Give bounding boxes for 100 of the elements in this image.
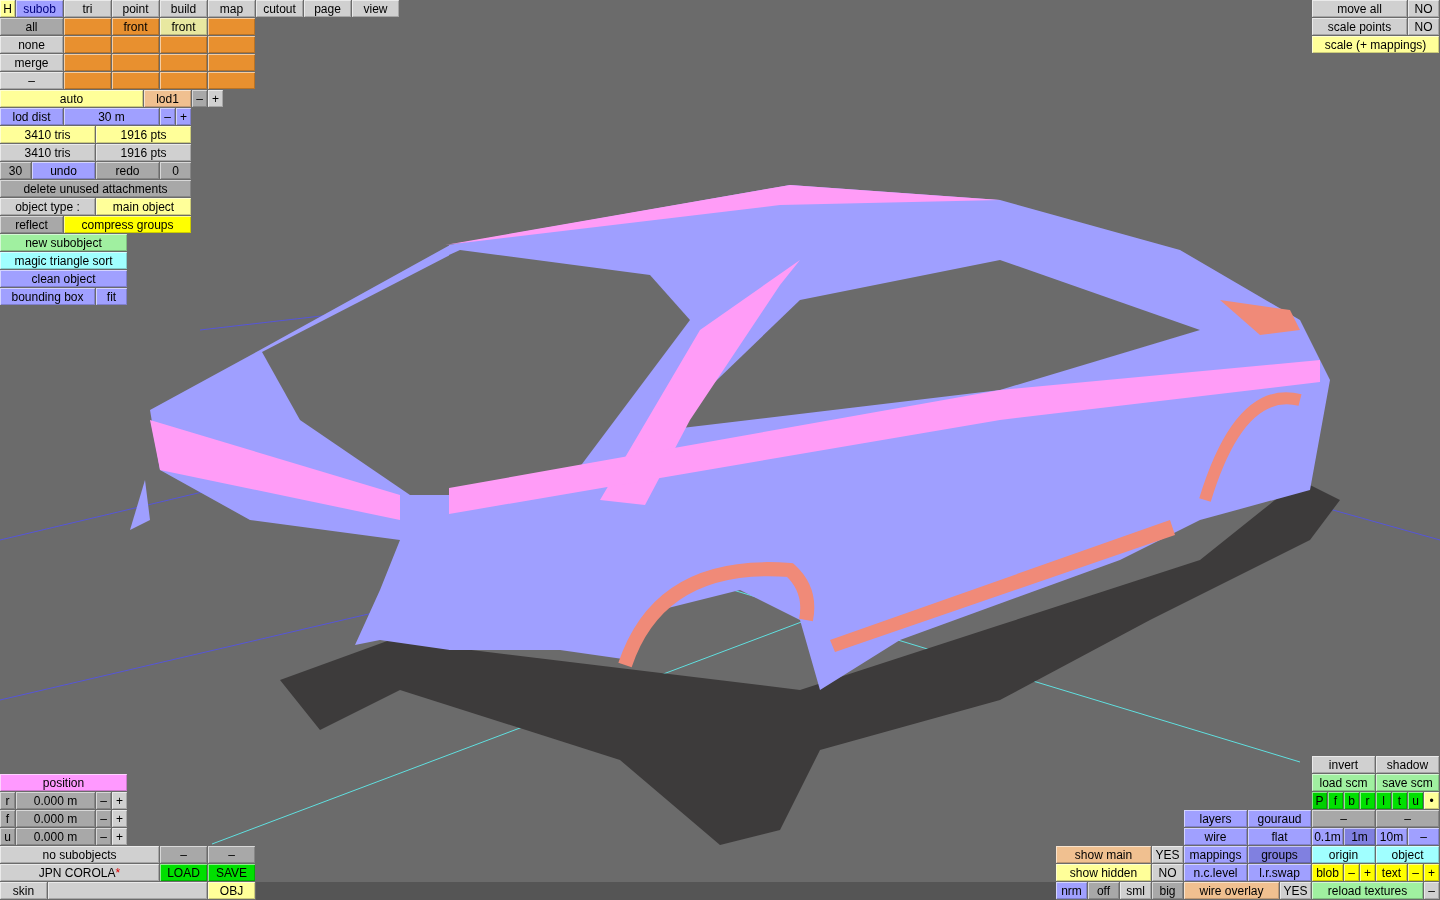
- panel-button[interactable]: –: [0, 72, 64, 90]
- tab[interactable]: cutout: [256, 0, 304, 18]
- panel-button[interactable]: +: [176, 108, 192, 126]
- panel-button[interactable]: +: [208, 90, 224, 108]
- panel-button[interactable]: scale points: [1312, 18, 1408, 36]
- panel-button[interactable]: move all: [1312, 0, 1408, 18]
- tab[interactable]: page: [304, 0, 352, 18]
- panel-button[interactable]: 30: [0, 162, 32, 180]
- panel-button[interactable]: position: [0, 774, 128, 792]
- panel-button[interactable]: 3410 tris: [0, 126, 96, 144]
- panel-button[interactable]: f: [1328, 792, 1344, 810]
- panel-button[interactable]: new subobject: [0, 234, 128, 252]
- panel-button[interactable]: 30 m: [64, 108, 160, 126]
- panel-button[interactable]: 1916 pts: [96, 126, 192, 144]
- panel-button[interactable]: layers: [1184, 810, 1248, 828]
- panel-button[interactable]: r: [1360, 792, 1376, 810]
- panel-button[interactable]: –: [160, 108, 176, 126]
- panel-button[interactable]: –: [1408, 864, 1424, 882]
- panel-button[interactable]: –: [1424, 882, 1440, 900]
- panel-button[interactable]: show hidden: [1056, 864, 1152, 882]
- tab[interactable]: H: [0, 0, 16, 18]
- panel-button[interactable]: 0.1m: [1312, 828, 1344, 846]
- panel-button[interactable]: clean object: [0, 270, 128, 288]
- panel-button[interactable]: load scm: [1312, 774, 1376, 792]
- panel-button[interactable]: text: [1376, 864, 1408, 882]
- panel-button[interactable]: magic triangle sort: [0, 252, 128, 270]
- panel-button[interactable]: front: [160, 18, 208, 36]
- panel-button[interactable]: –: [1312, 810, 1376, 828]
- panel-button[interactable]: all: [0, 18, 64, 36]
- panel-button[interactable]: 0.000 m: [16, 792, 96, 810]
- panel-button[interactable]: nrm: [1056, 882, 1088, 900]
- panel-button[interactable]: +: [1424, 864, 1440, 882]
- blank-button[interactable]: [64, 18, 112, 36]
- panel-button[interactable]: t: [1392, 792, 1408, 810]
- panel-button[interactable]: auto: [0, 90, 144, 108]
- panel-button[interactable]: shadow: [1376, 756, 1440, 774]
- tab[interactable]: subob: [16, 0, 64, 18]
- blank-button[interactable]: [160, 54, 208, 72]
- panel-button[interactable]: u: [1408, 792, 1424, 810]
- panel-button[interactable]: no subobjects: [0, 846, 160, 864]
- panel-button[interactable]: groups: [1248, 846, 1312, 864]
- panel-button[interactable]: 3410 tris: [0, 144, 96, 162]
- panel-button[interactable]: –: [96, 810, 112, 828]
- panel-button[interactable]: bounding box: [0, 288, 96, 306]
- panel-button[interactable]: merge: [0, 54, 64, 72]
- panel-button[interactable]: –: [1408, 828, 1440, 846]
- panel-button[interactable]: NO: [1152, 864, 1184, 882]
- panel-button[interactable]: l: [1376, 792, 1392, 810]
- panel-button[interactable]: big: [1152, 882, 1184, 900]
- blank-button[interactable]: [208, 36, 256, 54]
- blank-button[interactable]: [64, 36, 112, 54]
- panel-button[interactable]: 0.000 m: [16, 810, 96, 828]
- panel-button[interactable]: fit: [96, 288, 128, 306]
- blank-button[interactable]: [208, 18, 256, 36]
- blank-button[interactable]: [208, 54, 256, 72]
- panel-button[interactable]: –: [160, 846, 208, 864]
- panel-button[interactable]: SAVE: [208, 864, 256, 882]
- panel-button[interactable]: 1m: [1344, 828, 1376, 846]
- panel-button[interactable]: scale (+ mappings): [1312, 36, 1440, 54]
- panel-button[interactable]: show main: [1056, 846, 1152, 864]
- panel-button[interactable]: reflect: [0, 216, 64, 234]
- panel-button[interactable]: origin: [1312, 846, 1376, 864]
- blank-button[interactable]: [208, 72, 256, 90]
- tab[interactable]: point: [112, 0, 160, 18]
- tab[interactable]: tri: [64, 0, 112, 18]
- panel-button[interactable]: –: [192, 90, 208, 108]
- panel-button[interactable]: •: [1424, 792, 1440, 810]
- panel-button[interactable]: –: [1344, 864, 1360, 882]
- blank-button[interactable]: [160, 36, 208, 54]
- panel-button[interactable]: lod1: [144, 90, 192, 108]
- panel-button[interactable]: –: [96, 828, 112, 846]
- panel-button[interactable]: object: [1376, 846, 1440, 864]
- panel-button[interactable]: 0: [160, 162, 192, 180]
- panel-button[interactable]: 1916 pts: [96, 144, 192, 162]
- panel-button[interactable]: 10m: [1376, 828, 1408, 846]
- blank-button[interactable]: [112, 72, 160, 90]
- panel-button[interactable]: main object: [96, 198, 192, 216]
- panel-button[interactable]: u: [0, 828, 16, 846]
- panel-button[interactable]: +: [1360, 864, 1376, 882]
- panel-button[interactable]: object type :: [0, 198, 96, 216]
- panel-button[interactable]: flat: [1248, 828, 1312, 846]
- panel-button[interactable]: gouraud: [1248, 810, 1312, 828]
- panel-button[interactable]: invert: [1312, 756, 1376, 774]
- panel-button[interactable]: skin: [0, 882, 48, 900]
- panel-button[interactable]: +: [112, 828, 128, 846]
- blank-button[interactable]: [112, 54, 160, 72]
- panel-button[interactable]: lod dist: [0, 108, 64, 126]
- panel-button[interactable]: compress groups: [64, 216, 192, 234]
- blank-button[interactable]: [112, 36, 160, 54]
- panel-button[interactable]: mappings: [1184, 846, 1248, 864]
- panel-button[interactable]: save scm: [1376, 774, 1440, 792]
- panel-button[interactable]: –: [208, 846, 256, 864]
- blank-button[interactable]: [64, 72, 112, 90]
- panel-button[interactable]: NO: [1408, 0, 1440, 18]
- panel-button[interactable]: r: [0, 792, 16, 810]
- panel-button[interactable]: YES: [1280, 882, 1312, 900]
- panel-button[interactable]: +: [112, 810, 128, 828]
- panel-button[interactable]: n.c.level: [1184, 864, 1248, 882]
- panel-button[interactable]: 0.000 m: [16, 828, 96, 846]
- panel-button[interactable]: wire: [1184, 828, 1248, 846]
